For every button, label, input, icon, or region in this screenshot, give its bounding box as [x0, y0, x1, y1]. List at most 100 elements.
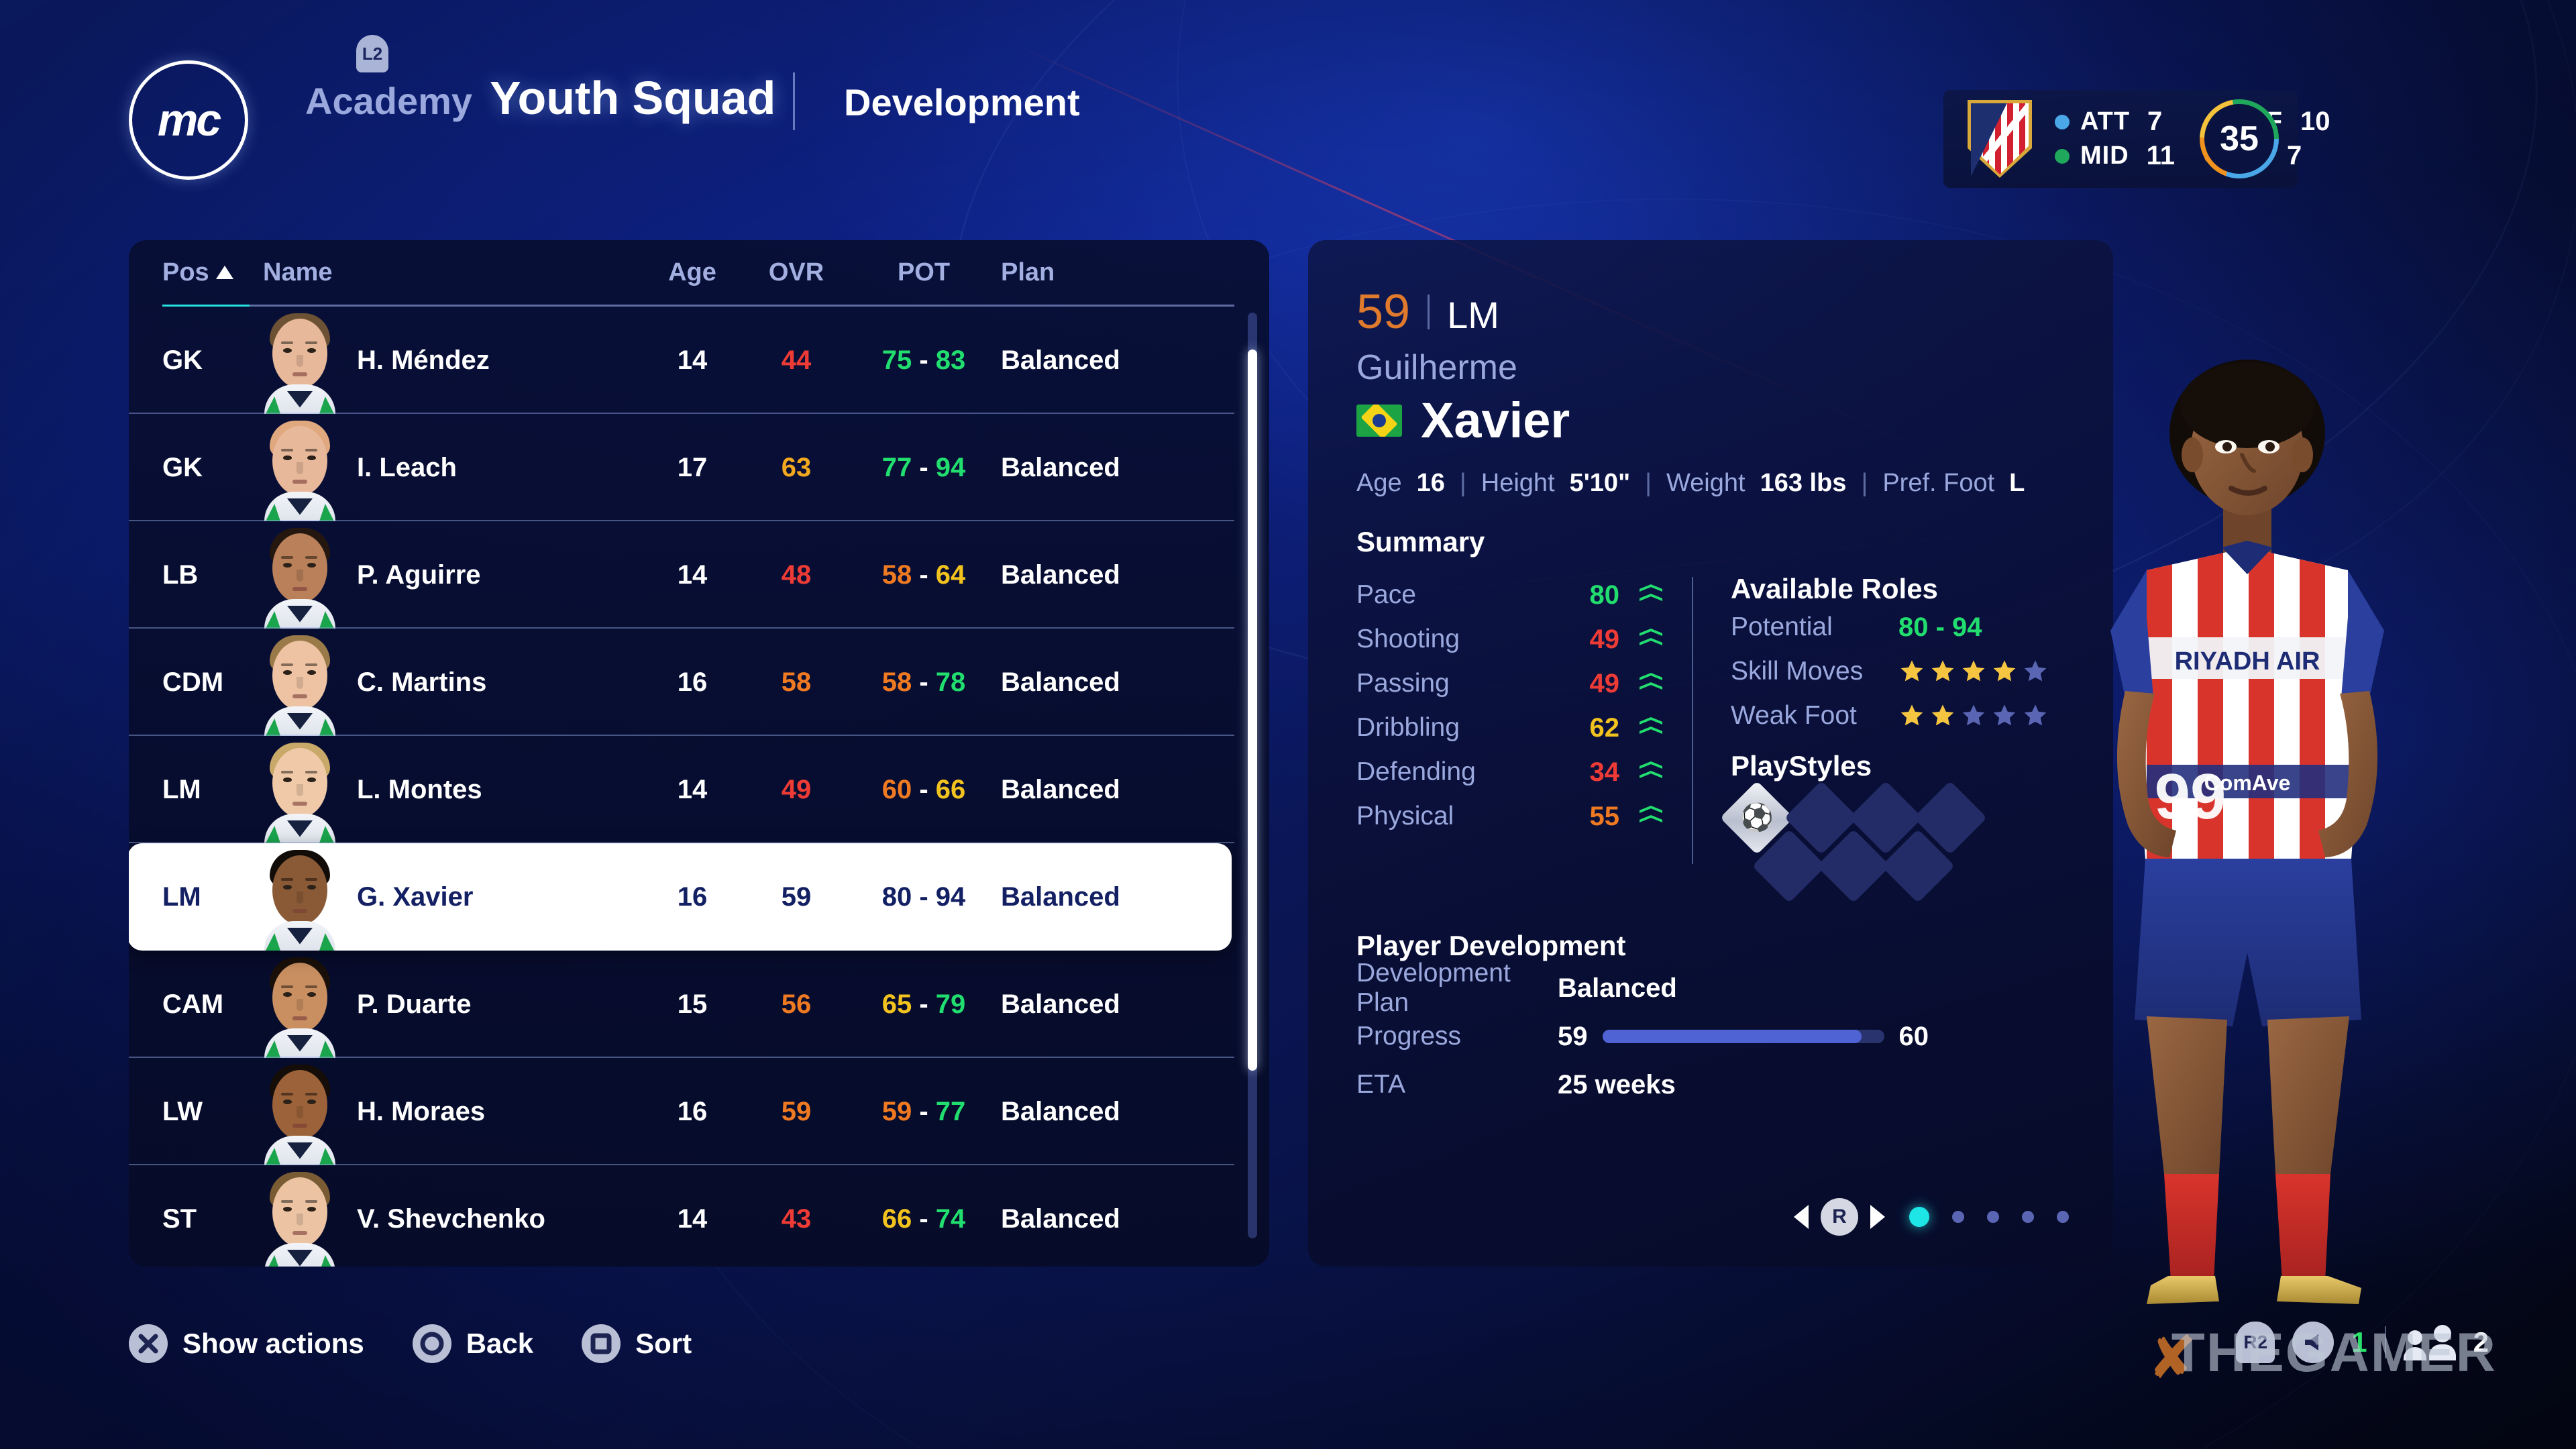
trend-up-icon	[1637, 626, 1668, 653]
nav-divider	[793, 72, 795, 130]
pager-dot[interactable]	[1952, 1211, 1964, 1223]
row-potential: 65 - 79	[881, 989, 966, 1019]
progress-bar-fill	[1602, 1030, 1862, 1043]
row-player-name: L. Montes	[357, 774, 482, 804]
stat-value: 80	[1589, 580, 1620, 610]
star-icon	[1960, 658, 1987, 685]
action-back[interactable]: Back	[412, 1324, 533, 1363]
l2-button-hint[interactable]: L2	[356, 35, 388, 72]
column-header-ovr[interactable]: OVR	[746, 258, 847, 287]
table-row[interactable]: LW H. Moraes 16 59 59 - 77 Balanced	[129, 1058, 1234, 1165]
table-row[interactable]: LB P. Aguirre 14 48 58 - 64 Balanced	[129, 521, 1234, 629]
column-header-plan[interactable]: Plan	[1001, 258, 1202, 287]
player-avatar	[263, 739, 337, 843]
pager-dot[interactable]	[1909, 1207, 1929, 1227]
playstyles-title: PlayStyles	[1731, 750, 1872, 782]
row-potential: 66 - 74	[881, 1203, 966, 1234]
stat-name: Defending	[1356, 757, 1476, 786]
squad-summary-panel: ATT 7 DEF 10 MID 11 GK 7 35	[1943, 90, 2330, 188]
bio-age-value: 16	[1416, 469, 1445, 497]
progress-widget: 59 60	[1558, 1022, 1929, 1052]
star-icon	[1960, 702, 1987, 729]
bio-foot-label: Pref. Foot	[1882, 469, 1995, 497]
cross-button-icon	[129, 1324, 168, 1363]
player-last-name: Xavier	[1421, 392, 1570, 448]
column-header-pot[interactable]: POT	[847, 258, 1001, 287]
row-potential: 80 - 94	[881, 881, 966, 912]
column-header-age[interactable]: Age	[639, 258, 746, 287]
summary-stat-row: Dribbling 62	[1356, 706, 1692, 750]
svg-text:99: 99	[2155, 761, 2226, 833]
svg-text:RIYADH AIR: RIYADH AIR	[2175, 647, 2320, 676]
player-ovr: 59	[1356, 285, 1411, 339]
bio-height-label: Height	[1481, 469, 1555, 497]
summary-section-title: Summary	[1356, 526, 1485, 557]
nav-tab-youth-squad[interactable]: Youth Squad	[490, 71, 775, 125]
table-row[interactable]: CAM P. Duarte 15 56 65 - 79 Balanced	[129, 951, 1234, 1058]
row-ovr: 48	[781, 559, 812, 590]
row-age: 14	[677, 1203, 708, 1234]
table-row[interactable]: GK I. Leach 17 63 77 - 94 Balanced	[129, 414, 1234, 521]
mid-label: MID	[2080, 142, 2129, 170]
roles-column: Available Roles Potential 80 - 94 Skill …	[1692, 573, 2068, 912]
player-rows: GK H. Méndez 14 44 75 - 83 Balanced GK I. Leach…	[129, 307, 1269, 1267]
summary-stat-row: Physical 55	[1356, 794, 1692, 839]
pager-next-icon[interactable]	[1870, 1205, 1885, 1229]
list-scrollbar-track[interactable]	[1248, 313, 1257, 1238]
logo-label: mc	[157, 95, 221, 146]
row-potential: 59 - 77	[881, 1096, 966, 1126]
list-scrollbar-thumb[interactable]	[1248, 350, 1257, 1071]
nav-tab-development[interactable]: Development	[844, 80, 1080, 124]
player-bio-line: Age 16 | Height 5'10" | Weight 163 lbs |…	[1356, 469, 2113, 498]
stat-name: Dribbling	[1356, 713, 1460, 742]
table-row[interactable]: GK H. Méndez 14 44 75 - 83 Balanced	[129, 307, 1234, 414]
gk-value: 7	[2286, 141, 2302, 170]
column-header-pos[interactable]: Pos	[162, 258, 263, 287]
circle-button-icon	[412, 1324, 451, 1363]
column-header-name[interactable]: Name	[263, 258, 639, 287]
player-avatar	[263, 525, 337, 629]
pager-prev-icon[interactable]	[1794, 1205, 1809, 1229]
row-age: 14	[677, 774, 708, 804]
stat-value: 34	[1589, 757, 1620, 787]
trend-up-icon	[1637, 582, 1668, 608]
row-age: 14	[677, 559, 708, 590]
squad-total-ring: 35	[2200, 99, 2279, 178]
player-avatar	[263, 417, 337, 521]
development-plan-row[interactable]: Development Plan Balanced	[1356, 959, 2113, 1017]
watermark-thegamer: THEGAMER	[2171, 1322, 2497, 1383]
row-age: 14	[677, 345, 708, 375]
progress-from: 59	[1558, 1021, 1588, 1051]
row-age: 17	[677, 452, 708, 482]
table-row[interactable]: LM G. Xavier 16 59 80 - 94 Balanced	[129, 843, 1232, 951]
summary-stat-row: Defending 34	[1356, 750, 1692, 794]
table-row[interactable]: CDM C. Martins 16 58 58 - 78 Balanced	[129, 629, 1234, 736]
r-stick-button[interactable]: R	[1821, 1198, 1858, 1236]
action-show-actions[interactable]: Show actions	[129, 1324, 364, 1363]
progress-label: Progress	[1356, 1022, 1462, 1051]
skill-moves-row: Skill Moves	[1731, 649, 2068, 694]
action-sort[interactable]: Sort	[582, 1324, 692, 1363]
table-row[interactable]: ST V. Shevchenko 14 43 66 - 74 Balanced	[129, 1165, 1234, 1267]
summary-columns: Pace 80 Shooting 49 Passing 49 Dribbling 62 Defe…	[1356, 573, 2113, 912]
star-icon	[1898, 702, 1925, 729]
development-eta-row: ETA 25 weeks	[1356, 1063, 2113, 1107]
stat-value: 62	[1589, 712, 1620, 743]
row-potential: 58 - 64	[881, 559, 966, 590]
star-icon	[1898, 658, 1925, 685]
stat-name: Shooting	[1356, 625, 1460, 653]
trend-up-icon	[1637, 670, 1668, 697]
row-plan: Balanced	[1001, 1203, 1120, 1234]
pager-dots	[1909, 1207, 2069, 1227]
player-avatar	[263, 954, 337, 1058]
row-plan: Balanced	[1001, 774, 1120, 804]
nav-tab-academy[interactable]: Academy	[305, 79, 472, 123]
potential-label: Potential	[1731, 612, 1833, 641]
pager-dot[interactable]	[1987, 1211, 1999, 1223]
player-position: LM	[1447, 294, 1499, 336]
trend-up-icon	[1637, 714, 1668, 741]
pager-dot[interactable]	[2022, 1211, 2034, 1223]
att-label: ATT	[2080, 107, 2131, 136]
table-row[interactable]: LM L. Montes 14 49 60 - 66 Balanced	[129, 736, 1234, 843]
def-value: 10	[2300, 107, 2330, 136]
